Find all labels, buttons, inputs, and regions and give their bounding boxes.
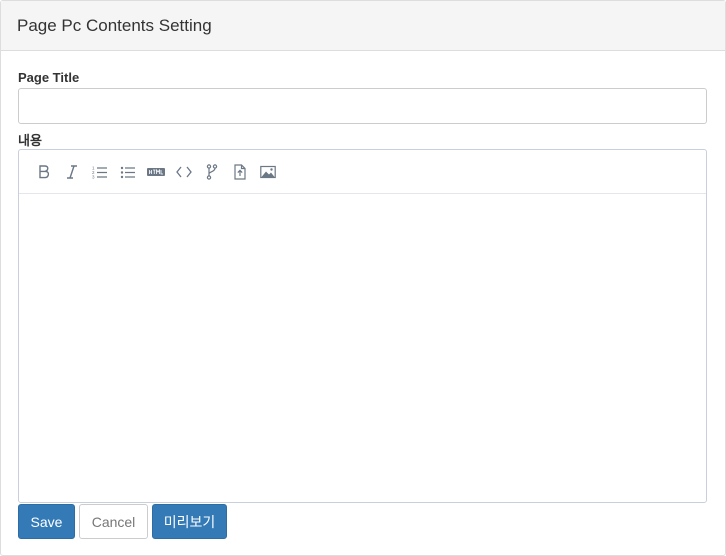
- preview-button[interactable]: 미리보기: [152, 504, 227, 539]
- italic-button[interactable]: [61, 161, 83, 183]
- file-upload-icon: [234, 163, 246, 180]
- unordered-list-icon: [120, 166, 135, 178]
- save-button[interactable]: Save: [18, 504, 75, 539]
- branch-button[interactable]: [201, 161, 223, 183]
- content-label: 내용: [18, 133, 42, 148]
- page-title: Page Pc Contents Setting: [17, 15, 212, 35]
- code-icon: [176, 166, 192, 177]
- code-button[interactable]: [173, 161, 195, 183]
- html-button[interactable]: [145, 161, 167, 183]
- rich-text-editor: 1 2 3: [18, 149, 707, 503]
- bold-icon: [39, 164, 50, 178]
- unordered-list-button[interactable]: [117, 161, 139, 183]
- italic-icon: [67, 164, 77, 179]
- ordered-list-button[interactable]: 1 2 3: [89, 161, 111, 183]
- image-button[interactable]: [257, 161, 279, 183]
- svg-text:3: 3: [92, 174, 95, 179]
- ordered-list-icon: 1 2 3: [92, 165, 107, 179]
- html-icon: [147, 167, 165, 176]
- editor-toolbar: 1 2 3: [19, 150, 706, 194]
- bold-button[interactable]: [33, 161, 55, 183]
- file-upload-button[interactable]: [229, 161, 251, 183]
- page-title-label: Page Title: [18, 70, 80, 85]
- cancel-button[interactable]: Cancel: [79, 504, 148, 539]
- page-title-input[interactable]: [18, 88, 707, 124]
- image-icon: [260, 165, 276, 178]
- editor-content-area[interactable]: [19, 195, 706, 502]
- panel-heading: Page Pc Contents Setting: [1, 1, 725, 51]
- settings-panel: Page Pc Contents Setting Page Title 내용 1…: [0, 0, 726, 556]
- branch-icon: [206, 163, 218, 180]
